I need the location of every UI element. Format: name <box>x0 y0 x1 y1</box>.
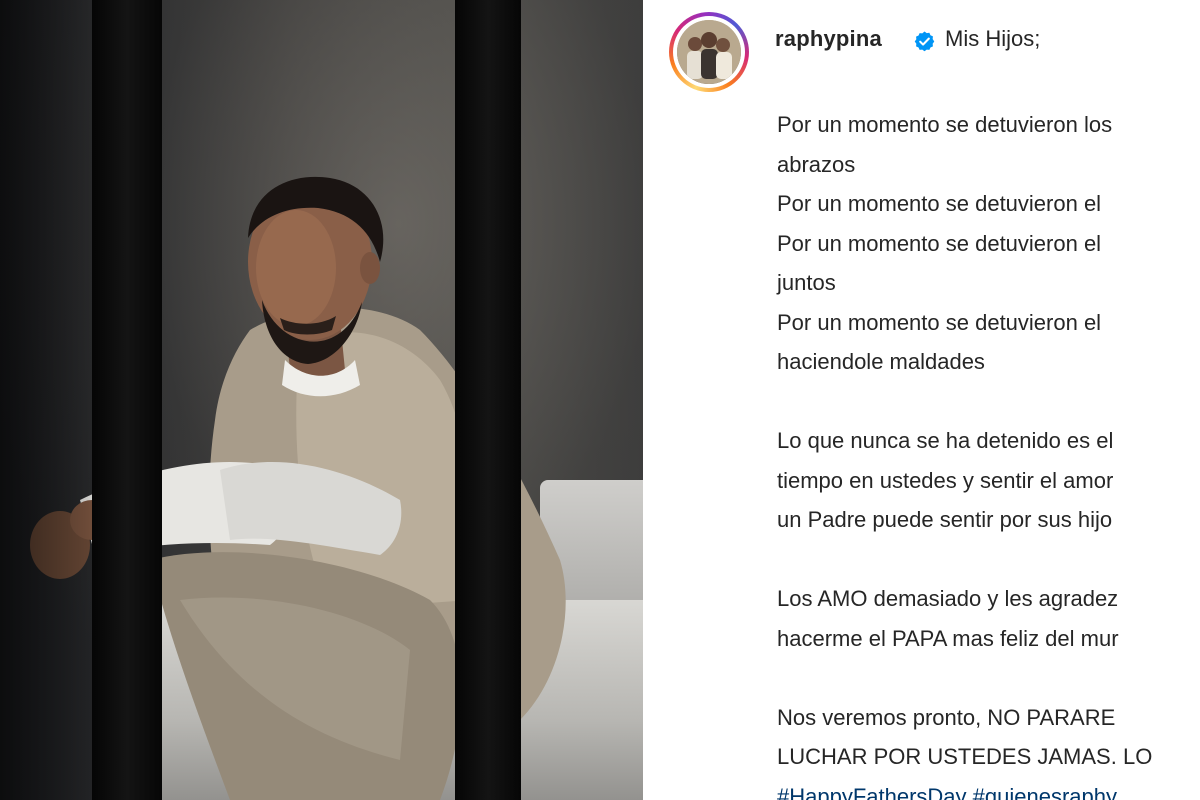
caption-line: Nos veremos pronto, NO PARARE <box>777 704 1116 730</box>
hashtag-link[interactable]: #quienesraphy <box>973 784 1117 800</box>
caption-body: Por un momento se detuvieron los abrazos… <box>777 105 1200 800</box>
verified-badge-icon <box>913 30 936 53</box>
caption-line: Lo que nunca se ha detenido es el <box>777 428 1114 453</box>
caption-first-line: Mis Hijos; <box>945 26 1041 51</box>
caption-line: Por un momento se detuvieron el <box>777 191 1102 216</box>
cell-bar-right <box>455 0 521 800</box>
caption-line: Por un momento se detuvieron el <box>777 230 1102 256</box>
post-photo <box>0 0 643 800</box>
caption-line: un Padre puede sentir por sus hijo <box>777 507 1113 532</box>
cell-bar-left <box>92 0 162 800</box>
post-caption-panel: raphypina Mis Hijos; Por un momento se d… <box>643 0 1200 800</box>
caption-line: LUCHAR POR USTEDES JAMAS. LO <box>777 744 1153 769</box>
caption-line: tiempo en ustedes y sentir el amor <box>777 467 1114 493</box>
hashtag-link[interactable]: #HappyFathersDay <box>777 784 967 800</box>
caption-line: haciendole maldades <box>777 349 985 374</box>
avatar-photo <box>677 20 741 84</box>
username[interactable]: raphypina <box>775 26 882 52</box>
caption-line: juntos <box>777 270 836 295</box>
caption-line: Los AMO demasiado y les agradez <box>777 586 1119 611</box>
avatar[interactable] <box>669 12 749 92</box>
caption-line: abrazos <box>777 151 856 177</box>
hashtag-row: #HappyFathersDay #quienesraphy <box>777 777 1200 800</box>
caption-line: hacerme el PAPA mas feliz del mur <box>777 625 1119 651</box>
caption-line: Por un momento se detuvieron los <box>777 112 1113 137</box>
caption-line: Por un momento se detuvieron el <box>777 309 1102 335</box>
avatar-group-photo <box>677 20 741 84</box>
